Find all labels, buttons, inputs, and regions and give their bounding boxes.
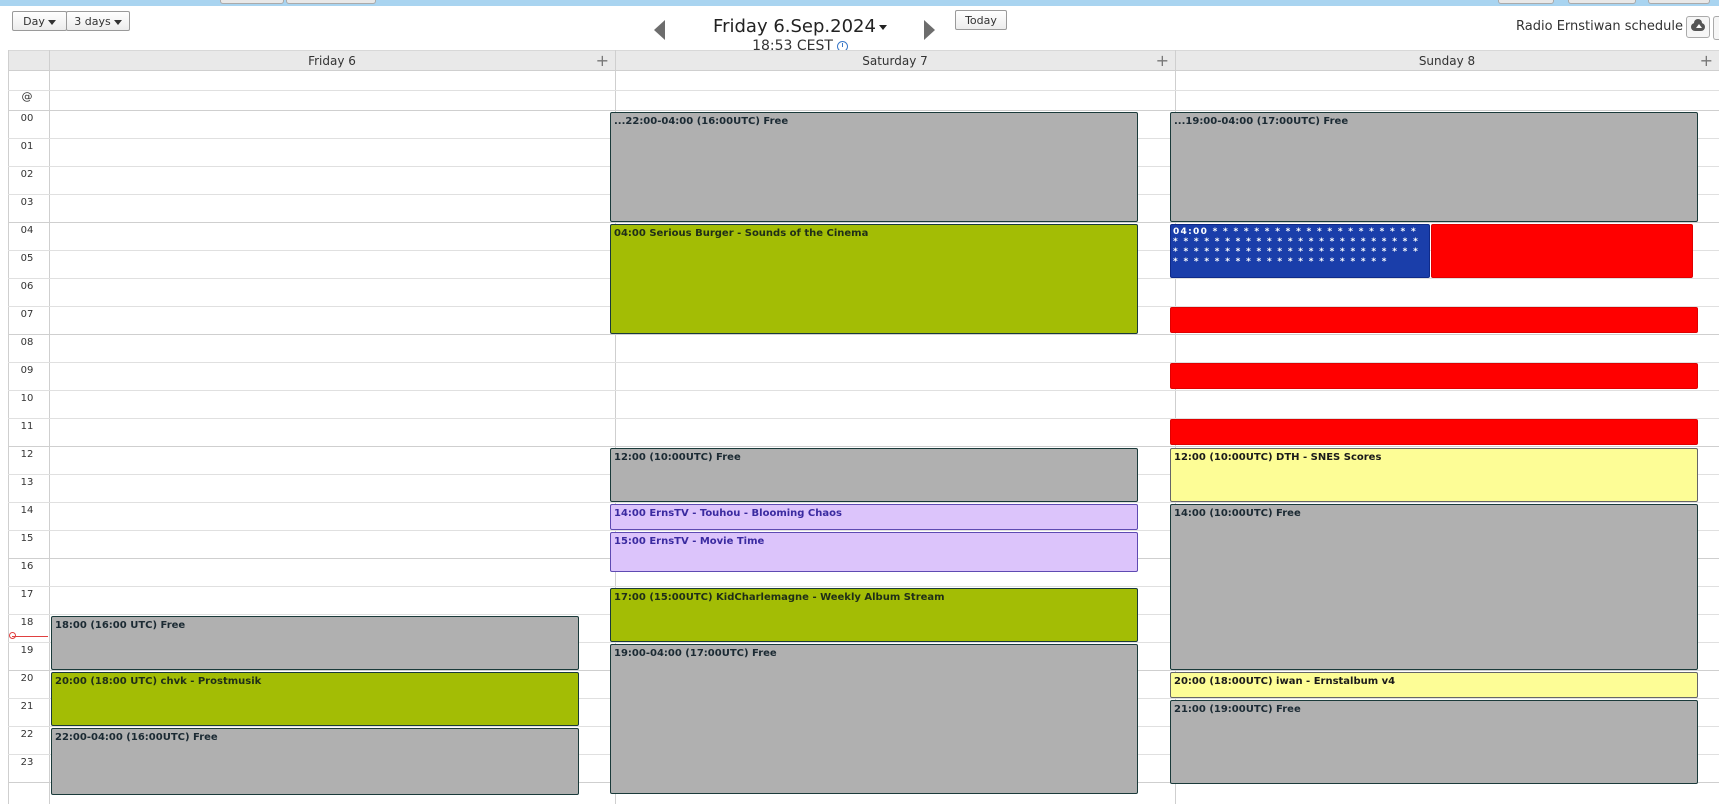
hour-label: 06: [20, 281, 34, 292]
hour-label: 18: [20, 617, 34, 628]
hour-label: 07: [20, 309, 34, 320]
date-title-text: Friday 6.Sep.2024: [713, 16, 876, 37]
now-indicator-line: [12, 636, 48, 637]
view-day-button[interactable]: Day: [12, 11, 67, 31]
chevron-down-icon: [47, 19, 56, 25]
toolbar: Day 3 days Friday 6.Sep.2024 18:53 CEST …: [0, 6, 1719, 54]
cloud-upload-button[interactable]: [1686, 16, 1710, 38]
top-tab[interactable]: [286, 0, 376, 4]
hour-divider: [8, 334, 1719, 335]
flag-stripe[interactable]: [1431, 224, 1693, 278]
hour-divider: [8, 390, 1719, 391]
hour-label: 17: [20, 589, 34, 600]
all-day-divider: [8, 90, 1719, 91]
flag-stripe[interactable]: [1170, 307, 1698, 333]
event-block[interactable]: 21:00 (19:00UTC) Free: [1170, 700, 1698, 784]
hour-label: 00: [20, 113, 34, 124]
day-header-sunday: Sunday 8 +: [1175, 50, 1719, 71]
hour-label: 09: [20, 365, 34, 376]
next-day-arrow-icon[interactable]: [924, 20, 935, 40]
event-block[interactable]: ...19:00-04:00 (17:00UTC) Free: [1170, 112, 1698, 222]
column-divider: [49, 50, 50, 804]
top-tab[interactable]: [1648, 0, 1710, 4]
hour-label: 19: [20, 645, 34, 656]
chevron-down-icon: [113, 19, 122, 25]
hour-label: 01: [20, 141, 34, 152]
event-block[interactable]: 15:00 ErnsTV - Movie Time: [610, 532, 1138, 572]
add-event-friday-icon[interactable]: +: [596, 51, 609, 70]
event-block[interactable]: 17:00 (15:00UTC) KidCharlemagne - Weekly…: [610, 588, 1138, 642]
event-block[interactable]: ...22:00-04:00 (16:00UTC) Free: [610, 112, 1138, 222]
hour-label: 11: [20, 421, 34, 432]
hour-label: 02: [20, 169, 34, 180]
edge-button[interactable]: [1713, 16, 1719, 40]
view-3days-label: 3 days: [74, 15, 111, 28]
view-3days-button[interactable]: 3 days: [66, 11, 130, 31]
hour-label: 16: [20, 561, 34, 572]
hour-label: 04: [20, 225, 34, 236]
gutter-header: [8, 50, 49, 71]
flag-stripe[interactable]: [1170, 363, 1698, 389]
day-header-saturday: Saturday 7 +: [615, 50, 1175, 71]
hour-label: 21: [20, 701, 34, 712]
upload-arrow-icon: [1696, 24, 1702, 28]
date-title[interactable]: Friday 6.Sep.2024: [700, 16, 900, 37]
add-event-sunday-icon[interactable]: +: [1700, 51, 1713, 70]
hour-divider: [8, 446, 1719, 447]
hour-label: 14: [20, 505, 34, 516]
flag-stripe[interactable]: [1170, 419, 1698, 445]
day-header-label: Sunday 8: [1418, 54, 1476, 68]
day-header-label: Friday 6: [308, 54, 356, 68]
event-block[interactable]: 18:00 (16:00 UTC) Free: [51, 616, 579, 670]
event-block[interactable]: 20:00 (18:00UTC) iwan - Ernstalbum v4: [1170, 672, 1698, 698]
hour-label: 22: [20, 729, 34, 740]
hour-label: 13: [20, 477, 34, 488]
previous-day-arrow-icon[interactable]: [654, 20, 665, 40]
today-button[interactable]: Today: [955, 10, 1007, 30]
top-tab[interactable]: [220, 0, 284, 4]
hour-divider: [8, 110, 1719, 111]
schedule-title: Radio Ernstiwan schedule: [1516, 19, 1683, 34]
hour-label: 03: [20, 197, 34, 208]
day-header-label: Saturday 7: [862, 54, 928, 68]
event-block[interactable]: 12:00 (10:00UTC) Free: [610, 448, 1138, 502]
event-block[interactable]: 20:00 (18:00 UTC) chvk - Prostmusik: [51, 672, 579, 726]
view-day-label: Day: [23, 15, 45, 28]
hour-divider: [8, 502, 1719, 503]
hour-label: 10: [20, 393, 34, 404]
top-tab[interactable]: [1498, 0, 1554, 4]
calendar-grid: Friday 6 + Saturday 7 + Sunday 8 + @ 00 0…: [8, 50, 1719, 804]
hour-label: 08: [20, 337, 34, 348]
event-block[interactable]: 12:00 (10:00UTC) DTH - SNES Scores: [1170, 448, 1698, 502]
hour-label: 15: [20, 533, 34, 544]
hour-label: 20: [20, 673, 34, 684]
hour-label: 05: [20, 253, 34, 264]
event-block[interactable]: 14:00 (10:00UTC) Free: [1170, 504, 1698, 670]
hour-label: 23: [20, 757, 34, 768]
day-header-friday: Friday 6 +: [49, 50, 615, 71]
all-day-at-icon: @: [21, 90, 33, 103]
event-block[interactable]: 14:00 ErnsTV - Touhou - Blooming Chaos: [610, 504, 1138, 530]
top-tab[interactable]: [1568, 0, 1636, 4]
event-block[interactable]: 04:00 Serious Burger - Sounds of the Cin…: [610, 224, 1138, 334]
add-event-saturday-icon[interactable]: +: [1156, 51, 1169, 70]
hour-label: 12: [20, 449, 34, 460]
event-block-flag[interactable]: 04:00 * * * * * * * * * * * * * * * * * …: [1170, 224, 1430, 278]
chevron-down-icon: [878, 24, 887, 30]
event-block[interactable]: 22:00-04:00 (16:00UTC) Free: [51, 728, 579, 795]
event-block[interactable]: 19:00-04:00 (17:00UTC) Free: [610, 644, 1138, 794]
hour-divider: [8, 222, 1719, 223]
